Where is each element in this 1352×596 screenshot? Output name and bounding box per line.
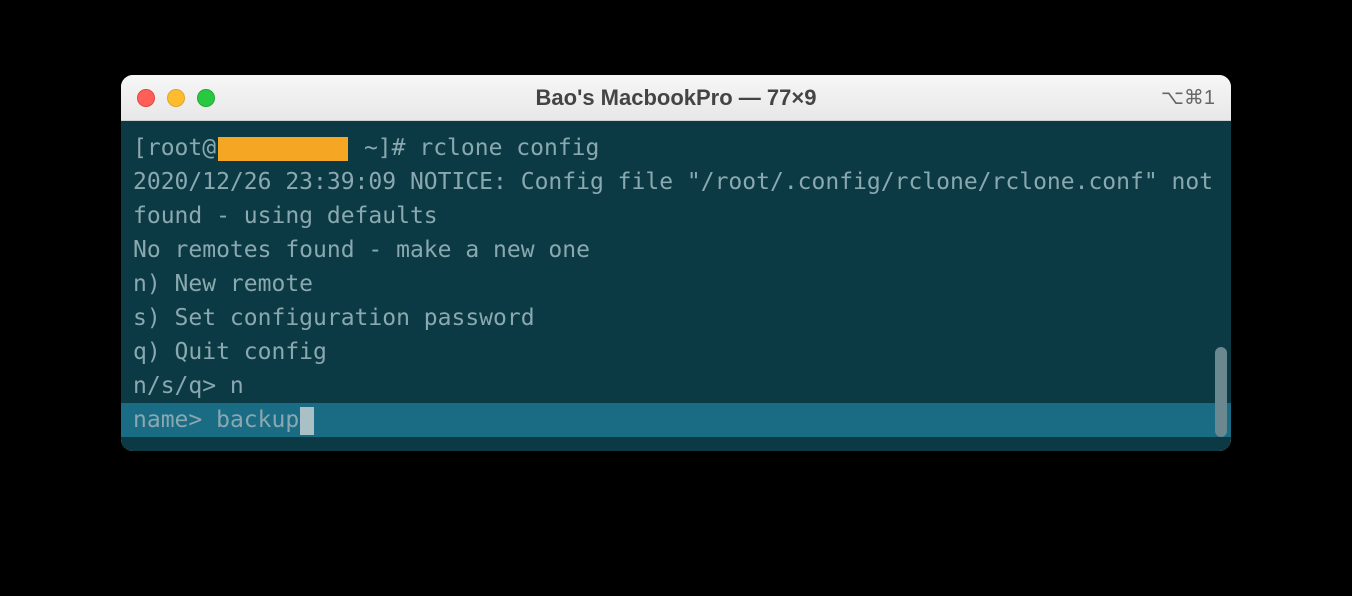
window-shortcut: ⌥⌘1: [1161, 85, 1215, 110]
output-line: 2020/12/26 23:39:09 NOTICE: Config file …: [121, 165, 1231, 233]
terminal-window: Bao's MacbookPro — 77×9 ⌥⌘1 [root@ ~]# r…: [121, 75, 1231, 451]
minimize-button[interactable]: [167, 89, 185, 107]
prompt-line: [root@ ~]# rclone config: [121, 131, 1231, 165]
command-text: rclone config: [419, 135, 599, 161]
cursor: [300, 407, 314, 435]
traffic-lights: [137, 89, 215, 107]
output-line: s) Set configuration password: [121, 301, 1231, 335]
active-input-line[interactable]: name> backup: [121, 403, 1231, 437]
maximize-button[interactable]: [197, 89, 215, 107]
titlebar: Bao's MacbookPro — 77×9 ⌥⌘1: [121, 75, 1231, 121]
prompt-suffix: ~]#: [350, 135, 419, 161]
terminal-body[interactable]: [root@ ~]# rclone config 2020/12/26 23:3…: [121, 121, 1231, 451]
output-line: n) New remote: [121, 267, 1231, 301]
active-prompt: name>: [133, 407, 216, 433]
output-line: n/s/q> n: [121, 369, 1231, 403]
window-title: Bao's MacbookPro — 77×9: [536, 85, 817, 111]
close-button[interactable]: [137, 89, 155, 107]
scrollbar-thumb[interactable]: [1215, 347, 1227, 437]
output-line: q) Quit config: [121, 335, 1231, 369]
redacted-hostname: [218, 137, 348, 161]
active-input-text: backup: [216, 407, 299, 433]
output-line: No remotes found - make a new one: [121, 233, 1231, 267]
prompt-prefix: [root@: [133, 135, 216, 161]
